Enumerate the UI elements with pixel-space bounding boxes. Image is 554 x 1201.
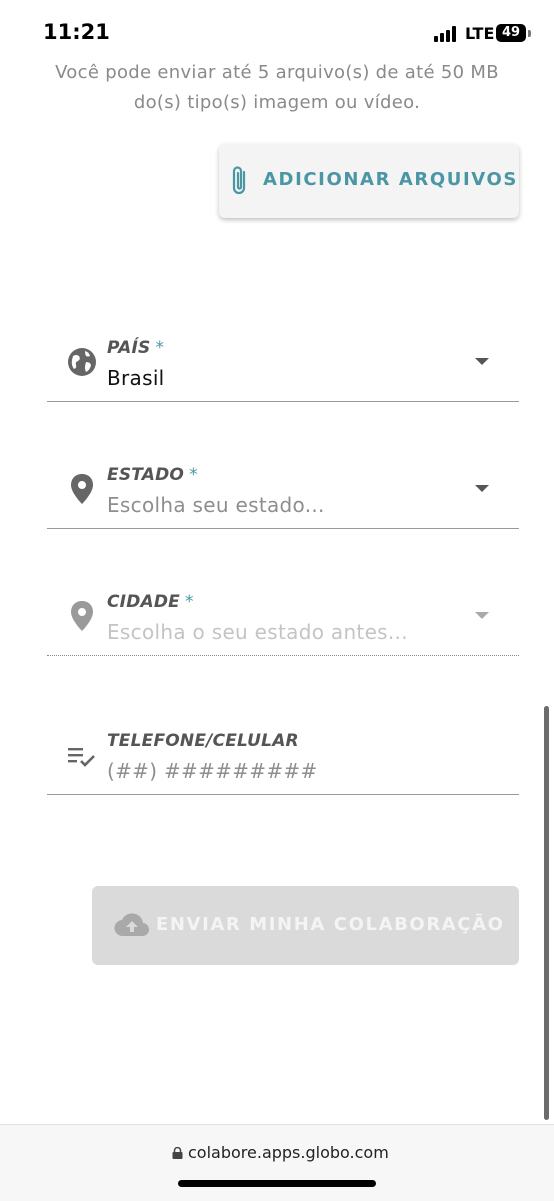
country-value: Brasil (107, 366, 165, 390)
upload-info-line1: Você pode enviar até 5 arquivo(s) de até… (55, 62, 499, 83)
field-underline (47, 401, 519, 402)
city-label: CIDADE * (107, 592, 194, 612)
field-underline (47, 794, 519, 795)
status-time: 11:21 (43, 20, 110, 44)
submit-label: ENVIAR MINHA COLABORAÇÃO (156, 914, 505, 935)
globe-icon (68, 348, 96, 376)
country-select[interactable]: PAÍS * Brasil (47, 338, 519, 404)
state-select[interactable]: ESTADO * Escolha seu estado... (47, 465, 519, 531)
battery-tip (528, 30, 531, 37)
country-label: PAÍS * (107, 338, 164, 358)
add-files-label: ADICIONAR ARQUIVOS (263, 169, 518, 190)
chevron-down-icon (475, 485, 489, 492)
required-mark: * (185, 592, 194, 612)
required-mark: * (189, 465, 198, 485)
list-check-icon (68, 748, 95, 767)
field-underline (47, 655, 519, 656)
chevron-down-icon (475, 358, 489, 365)
battery-icon: 49 (496, 24, 526, 42)
city-label-text: CIDADE (107, 592, 180, 612)
location-pin-icon (71, 601, 93, 631)
phone-input[interactable]: TELEFONE/CELULAR (##) ######### (47, 731, 519, 797)
submit-collaboration-button[interactable]: ENVIAR MINHA COLABORAÇÃO (92, 886, 519, 965)
location-pin-icon (71, 474, 93, 504)
state-label: ESTADO * (107, 465, 198, 485)
add-files-button[interactable]: ADICIONAR ARQUIVOS (219, 144, 519, 218)
status-bar: 11:21 LTE 49 (0, 0, 554, 64)
phone-label: TELEFONE/CELULAR (107, 731, 299, 751)
signal-icon (434, 26, 460, 42)
city-select[interactable]: CIDADE * Escolha o seu estado antes... (47, 592, 519, 658)
paperclip-icon (232, 166, 246, 195)
field-underline (47, 528, 519, 529)
phone-placeholder: (##) ######### (107, 759, 318, 783)
cloud-upload-icon (114, 913, 150, 937)
required-mark: * (155, 338, 165, 358)
upload-info-text: Você pode enviar até 5 arquivo(s) de até… (40, 58, 514, 118)
home-indicator[interactable] (178, 1180, 376, 1187)
network-type: LTE (465, 24, 495, 43)
city-placeholder: Escolha o seu estado antes... (107, 620, 408, 644)
state-placeholder: Escolha seu estado... (107, 493, 325, 517)
url-text: colabore.apps.globo.com (188, 1143, 389, 1162)
lock-icon (172, 1147, 183, 1159)
chevron-down-icon (475, 612, 489, 619)
upload-info-line2: do(s) tipo(s) imagem ou vídeo. (133, 92, 421, 113)
scrollbar[interactable] (544, 706, 549, 1120)
state-label-text: ESTADO (107, 465, 185, 485)
browser-url-bar[interactable]: colabore.apps.globo.com (0, 1124, 554, 1201)
country-label-text: PAÍS (107, 338, 151, 358)
